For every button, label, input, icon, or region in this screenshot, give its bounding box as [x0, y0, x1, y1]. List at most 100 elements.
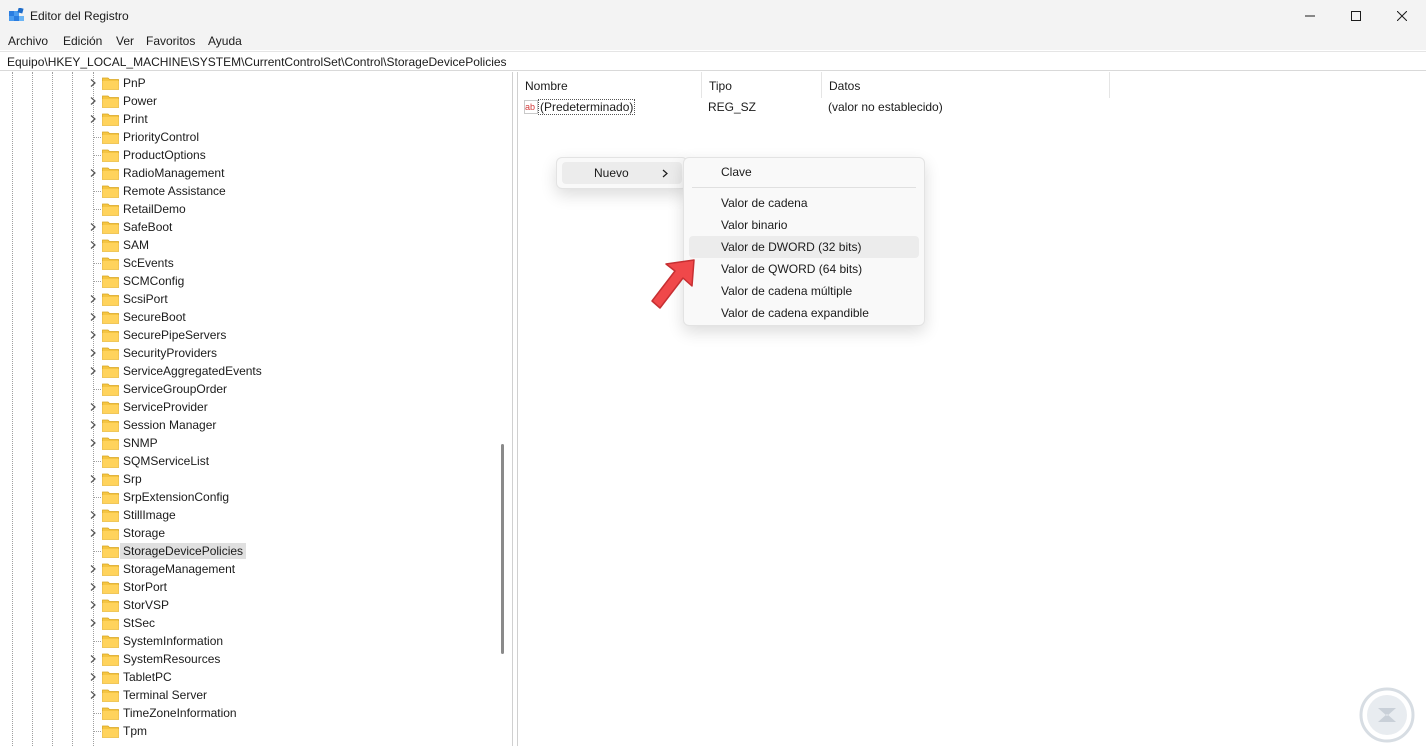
- menu-item-nuevo[interactable]: Nuevo: [562, 162, 682, 184]
- chevron-right-icon[interactable]: [89, 312, 97, 322]
- tree-item[interactable]: SafeBoot: [0, 218, 495, 236]
- chevron-right-icon[interactable]: [89, 528, 97, 538]
- chevron-right-icon[interactable]: [89, 510, 97, 520]
- address-path[interactable]: Equipo\HKEY_LOCAL_MACHINE\SYSTEM\Current…: [7, 55, 507, 69]
- tree-item[interactable]: Session Manager: [0, 416, 495, 434]
- chevron-right-icon[interactable]: [89, 294, 97, 304]
- tree-item[interactable]: ProductOptions: [0, 146, 495, 164]
- submenu-item-string-value[interactable]: Valor de cadena: [689, 192, 919, 214]
- chevron-right-icon[interactable]: [89, 402, 97, 412]
- tree-item[interactable]: ServiceAggregatedEvents: [0, 362, 495, 380]
- tree-item[interactable]: ScsiPort: [0, 290, 495, 308]
- chevron-right-icon[interactable]: [89, 366, 97, 376]
- column-label: Nombre: [525, 79, 568, 93]
- close-button[interactable]: [1379, 0, 1425, 32]
- folder-icon: [102, 257, 119, 270]
- submenu-item-dword-value[interactable]: Valor de DWORD (32 bits): [689, 236, 919, 258]
- tree-item[interactable]: PnP: [0, 74, 495, 92]
- submenu-item-multi-string-value[interactable]: Valor de cadena múltiple: [689, 280, 919, 302]
- tree-item-label: SAM: [123, 238, 150, 252]
- tree-item[interactable]: Tpm: [0, 722, 495, 740]
- menu-item-label: Valor de cadena expandible: [721, 306, 869, 320]
- tree-item[interactable]: TabletPC: [0, 668, 495, 686]
- maximize-button[interactable]: [1333, 0, 1379, 32]
- tree-item[interactable]: StillImage: [0, 506, 495, 524]
- menu-ayuda[interactable]: Ayuda: [208, 34, 242, 48]
- tree-item[interactable]: SystemInformation: [0, 632, 495, 650]
- menu-favoritos[interactable]: Favoritos: [146, 34, 195, 48]
- chevron-right-icon[interactable]: [89, 420, 97, 430]
- minimize-button[interactable]: [1287, 0, 1333, 32]
- chevron-right-icon[interactable]: [89, 690, 97, 700]
- tree-item[interactable]: SecurityProviders: [0, 344, 495, 362]
- chevron-right-icon[interactable]: [89, 618, 97, 628]
- column-header-nombre[interactable]: Nombre: [518, 72, 702, 98]
- tree-item[interactable]: Srp: [0, 470, 495, 488]
- chevron-right-icon[interactable]: [89, 240, 97, 250]
- tree-item[interactable]: SrpExtensionConfig: [0, 488, 495, 506]
- address-bar[interactable]: Equipo\HKEY_LOCAL_MACHINE\SYSTEM\Current…: [0, 51, 1426, 71]
- chevron-right-icon[interactable]: [89, 474, 97, 484]
- tree-item-label: SecureBoot: [123, 310, 186, 324]
- folder-icon: [102, 365, 119, 378]
- chevron-right-icon[interactable]: [89, 222, 97, 232]
- tree-item[interactable]: SecurePipeServers: [0, 326, 495, 344]
- tree-item[interactable]: SQMServiceList: [0, 452, 495, 470]
- tree-item[interactable]: SAM: [0, 236, 495, 254]
- value-data-cell: (valor no establecido): [828, 100, 943, 114]
- tree-item[interactable]: SystemResources: [0, 650, 495, 668]
- submenu-item-clave[interactable]: Clave: [689, 161, 919, 183]
- value-name-cell[interactable]: (Predeterminado): [537, 99, 636, 115]
- tree-item[interactable]: PriorityControl: [0, 128, 495, 146]
- submenu-item-expandable-string-value[interactable]: Valor de cadena expandible: [689, 302, 919, 324]
- tree-scrollbar-thumb[interactable]: [501, 444, 504, 654]
- title-bar: Editor del Registro: [0, 0, 1426, 32]
- tree-item[interactable]: ScEvents: [0, 254, 495, 272]
- chevron-right-icon[interactable]: [89, 600, 97, 610]
- tree-item[interactable]: StorVSP: [0, 596, 495, 614]
- tree-item[interactable]: RadioManagement: [0, 164, 495, 182]
- tree-item[interactable]: Terminal Server: [0, 686, 495, 704]
- column-header-tipo[interactable]: Tipo: [702, 72, 822, 98]
- folder-icon: [102, 689, 119, 702]
- chevron-right-icon[interactable]: [89, 654, 97, 664]
- chevron-right-icon[interactable]: [89, 114, 97, 124]
- chevron-right-icon[interactable]: [89, 96, 97, 106]
- chevron-right-icon[interactable]: [89, 564, 97, 574]
- tree-item[interactable]: StorageManagement: [0, 560, 495, 578]
- menu-bar: Archivo Edición Ver Favoritos Ayuda: [0, 32, 1426, 50]
- tree-item[interactable]: StorageDevicePolicies: [0, 542, 495, 560]
- chevron-right-icon[interactable]: [89, 672, 97, 682]
- chevron-right-icon[interactable]: [89, 348, 97, 358]
- chevron-right-icon[interactable]: [89, 168, 97, 178]
- folder-icon: [102, 149, 119, 162]
- tree-item[interactable]: SCMConfig: [0, 272, 495, 290]
- tree-item[interactable]: Print: [0, 110, 495, 128]
- menu-edicion[interactable]: Edición: [63, 34, 102, 48]
- tree-item[interactable]: StorPort: [0, 578, 495, 596]
- folder-icon: [102, 437, 119, 450]
- chevron-right-icon[interactable]: [89, 582, 97, 592]
- chevron-right-icon[interactable]: [89, 438, 97, 448]
- tree-item[interactable]: Remote Assistance: [0, 182, 495, 200]
- submenu-item-binary-value[interactable]: Valor binario: [689, 214, 919, 236]
- svg-text:ab: ab: [525, 102, 535, 112]
- chevron-right-icon[interactable]: [89, 330, 97, 340]
- column-header-datos[interactable]: Datos: [822, 72, 1110, 98]
- tree-item[interactable]: ServiceProvider: [0, 398, 495, 416]
- chevron-right-icon[interactable]: [89, 78, 97, 88]
- menu-archivo[interactable]: Archivo: [8, 34, 48, 48]
- tree-item[interactable]: ServiceGroupOrder: [0, 380, 495, 398]
- folder-icon: [102, 77, 119, 90]
- tree-item[interactable]: SNMP: [0, 434, 495, 452]
- tree-item[interactable]: SecureBoot: [0, 308, 495, 326]
- tree-item[interactable]: StSec: [0, 614, 495, 632]
- key-tree-pane[interactable]: PnP Power Print PriorityControl ProductOptio…: [0, 72, 513, 746]
- submenu-item-qword-value[interactable]: Valor de QWORD (64 bits): [689, 258, 919, 280]
- tree-item[interactable]: TimeZoneInformation: [0, 704, 495, 722]
- tree-item[interactable]: Power: [0, 92, 495, 110]
- menu-ver[interactable]: Ver: [116, 34, 134, 48]
- tree-item[interactable]: Storage: [0, 524, 495, 542]
- string-value-icon: ab: [524, 100, 538, 114]
- tree-item[interactable]: RetailDemo: [0, 200, 495, 218]
